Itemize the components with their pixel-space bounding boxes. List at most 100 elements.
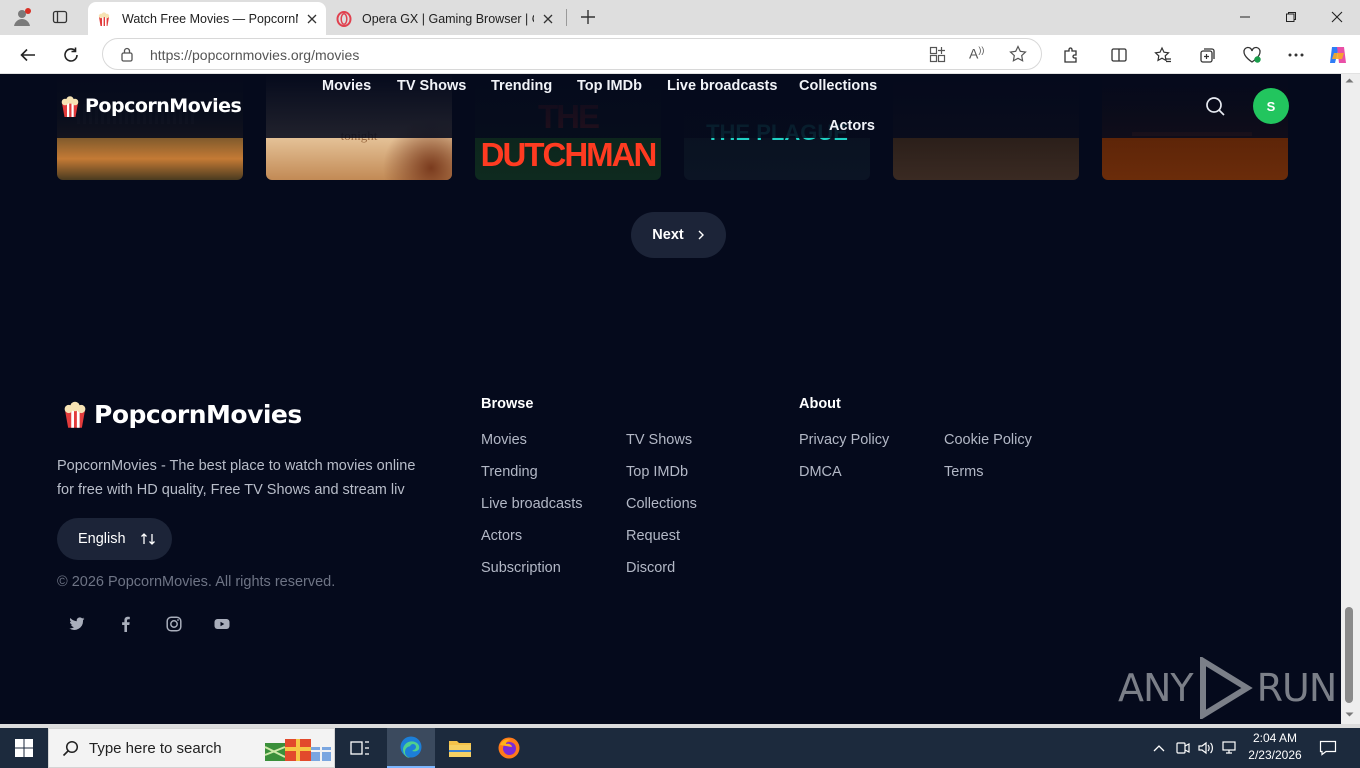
new-tab-icon[interactable]	[576, 5, 600, 29]
taskbar-search-box[interactable]: Type here to search	[48, 728, 335, 768]
url-text: https://popcornmovies.org/movies	[150, 47, 360, 63]
nav-actors[interactable]: Actors	[829, 118, 875, 134]
browse-column-title: Browse	[481, 396, 534, 412]
tab-opera-gx[interactable]: Opera GX | Gaming Browser | Ope	[330, 2, 564, 35]
next-label: Next	[652, 227, 684, 243]
tab-divider	[566, 9, 567, 26]
tab-title: Opera GX | Gaming Browser | Ope	[362, 11, 534, 26]
reload-button[interactable]	[55, 39, 87, 71]
site-logo[interactable]: PopcornMovies	[59, 94, 242, 118]
user-avatar[interactable]: S	[1253, 88, 1289, 124]
firefox-icon[interactable]	[485, 728, 533, 768]
search-icon[interactable]	[1205, 96, 1226, 117]
restore-window-icon[interactable]	[1268, 0, 1314, 34]
instagram-icon[interactable]	[164, 614, 184, 634]
back-button[interactable]	[12, 39, 44, 71]
about-column-title: About	[799, 396, 841, 412]
windows-start-icon[interactable]	[0, 728, 48, 768]
nav-collections[interactable]: Collections	[799, 78, 877, 94]
browser-tab-strip: Watch Free Movies — PopcornMo Opera GX |…	[0, 0, 1360, 35]
close-tab-icon[interactable]	[304, 11, 320, 27]
profile-icon[interactable]	[10, 6, 34, 28]
browser-essentials-icon[interactable]	[1236, 39, 1268, 71]
footer-description-line-1: PopcornMovies - The best place to watch …	[57, 458, 416, 474]
meet-now-icon[interactable]	[1173, 728, 1193, 768]
watermark-left-text: ANY	[1118, 666, 1194, 710]
page-viewport: tonight THE DUTCHMAN THE PLAGUE PopcornM…	[4, 74, 1341, 724]
clock-date: 2/23/2026	[1248, 748, 1302, 762]
facebook-icon[interactable]	[115, 614, 135, 634]
footer-link-cookie-policy[interactable]: Cookie Policy	[944, 432, 1032, 448]
scroll-down-icon[interactable]	[1345, 712, 1354, 718]
copyright-text: © 2026 PopcornMovies. All rights reserve…	[57, 574, 336, 590]
popcorn-logo-icon	[61, 399, 89, 429]
volume-icon[interactable]	[1196, 728, 1216, 768]
search-icon	[62, 740, 79, 757]
clock-time: 2:04 AM	[1252, 731, 1298, 745]
lock-icon[interactable]	[119, 46, 135, 62]
footer-link-terms[interactable]: Terms	[944, 464, 983, 480]
scroll-up-icon[interactable]	[1345, 77, 1354, 83]
tab-actions-icon[interactable]	[50, 7, 70, 27]
footer-link-request[interactable]: Request	[626, 528, 680, 544]
footer-logo-text: PopcornMovies	[94, 399, 302, 429]
nav-tv-shows[interactable]: TV Shows	[397, 78, 466, 94]
nav-movies[interactable]: Movies	[322, 78, 371, 94]
show-hidden-icons-icon[interactable]	[1150, 728, 1168, 768]
tab-title: Watch Free Movies — PopcornMo	[122, 11, 298, 26]
footer-link-movies[interactable]: Movies	[481, 432, 527, 448]
chevron-right-icon	[697, 230, 705, 240]
address-bar[interactable]: https://popcornmovies.org/movies A))	[102, 38, 1042, 70]
notifications-icon[interactable]	[1316, 728, 1340, 768]
extensions-icon[interactable]	[1055, 39, 1087, 71]
tab-popcornmovies[interactable]: Watch Free Movies — PopcornMo	[88, 2, 326, 35]
footer-link-trending[interactable]: Trending	[481, 464, 538, 480]
footer-link-live-broadcasts[interactable]: Live broadcasts	[481, 496, 583, 512]
language-label: English	[78, 531, 126, 547]
more-options-icon[interactable]	[1280, 39, 1312, 71]
sort-arrows-icon	[140, 532, 156, 546]
app-install-icon[interactable]	[929, 46, 946, 63]
close-tab-icon[interactable]	[540, 11, 556, 27]
youtube-icon[interactable]	[212, 614, 232, 634]
footer-link-tv-shows[interactable]: TV Shows	[626, 432, 692, 448]
edge-taskbar-icon[interactable]	[387, 728, 435, 768]
play-triangle-icon	[1197, 657, 1253, 719]
nav-trending[interactable]: Trending	[491, 78, 552, 94]
next-page-button[interactable]: Next	[631, 212, 726, 258]
footer-description-line-2: for free with HD quality, Free TV Shows …	[57, 482, 405, 498]
opera-favicon-icon	[336, 10, 352, 27]
language-selector[interactable]: English	[57, 518, 172, 560]
minimize-window-icon[interactable]	[1222, 0, 1268, 34]
twitter-icon[interactable]	[67, 614, 87, 634]
logo-text: PopcornMovies	[85, 95, 242, 117]
page-scrollbar[interactable]	[1341, 74, 1360, 724]
footer-link-discord[interactable]: Discord	[626, 560, 675, 576]
favorites-icon[interactable]	[1147, 39, 1179, 71]
close-window-icon[interactable]	[1314, 0, 1360, 34]
collections-icon[interactable]	[1192, 39, 1224, 71]
file-explorer-icon[interactable]	[436, 728, 484, 768]
copilot-icon[interactable]	[1322, 39, 1354, 71]
scrollbar-thumb[interactable]	[1345, 607, 1353, 703]
anyrun-watermark: ANY RUN	[1118, 657, 1338, 719]
browser-toolbar: https://popcornmovies.org/movies A))	[0, 35, 1360, 74]
footer-link-subscription[interactable]: Subscription	[481, 560, 561, 576]
favorite-star-icon[interactable]	[1009, 45, 1027, 63]
footer-link-actors[interactable]: Actors	[481, 528, 522, 544]
split-screen-icon[interactable]	[1103, 39, 1135, 71]
taskbar-clock[interactable]: 2:04 AM 2/23/2026	[1246, 730, 1304, 764]
watermark-right-text: RUN	[1256, 666, 1338, 710]
footer-logo[interactable]: PopcornMovies	[61, 399, 302, 429]
network-icon[interactable]	[1220, 728, 1240, 768]
footer-link-dmca[interactable]: DMCA	[799, 464, 842, 480]
footer-link-privacy-policy[interactable]: Privacy Policy	[799, 432, 889, 448]
footer-link-top-imdb[interactable]: Top IMDb	[626, 464, 688, 480]
nav-top-imdb[interactable]: Top IMDb	[577, 78, 642, 94]
gifts-illustration-icon	[263, 735, 333, 763]
nav-live-broadcasts[interactable]: Live broadcasts	[667, 78, 777, 94]
task-view-icon[interactable]	[340, 728, 380, 768]
site-header: PopcornMovies Movies TV Shows Trending T…	[4, 74, 1341, 138]
footer-link-collections[interactable]: Collections	[626, 496, 697, 512]
read-aloud-icon[interactable]: A))	[969, 45, 984, 62]
